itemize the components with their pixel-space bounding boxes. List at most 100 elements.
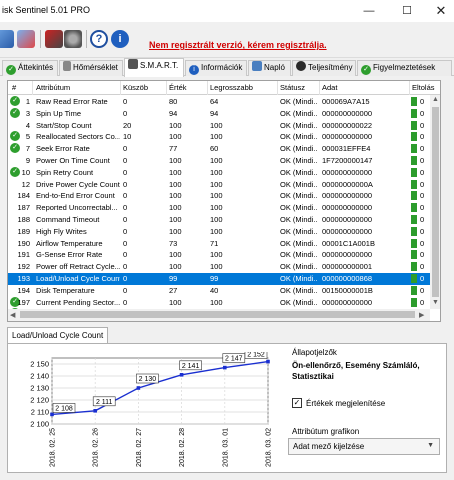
tab-label: Teljesítmény	[308, 63, 353, 72]
settings-icon[interactable]	[64, 30, 82, 48]
table-cell: 100	[169, 215, 182, 224]
minimize-button[interactable]: —	[352, 0, 386, 22]
column-header[interactable]: Küszöb	[123, 83, 148, 92]
table-cell: 94	[210, 108, 219, 118]
offset-bar	[411, 97, 417, 106]
scrollbar-thumb[interactable]	[20, 311, 415, 318]
table-cell: OK (Mindi...	[280, 297, 318, 307]
scroll-up-icon[interactable]: ▲	[432, 96, 439, 103]
unregistered-link[interactable]: Nem regisztrált verzió, kérem regisztrál…	[149, 40, 327, 50]
scroll-down-icon[interactable]: ▼	[432, 299, 439, 306]
column-header[interactable]: Attribútum	[36, 83, 70, 92]
column-divider[interactable]	[277, 81, 278, 95]
offset-bar	[411, 144, 417, 154]
table-cell: 000000000000	[322, 297, 373, 307]
scroll-left-icon[interactable]: ◀	[10, 311, 15, 319]
data-point	[50, 412, 54, 417]
column-divider[interactable]	[166, 81, 167, 95]
report-icon[interactable]	[45, 30, 63, 48]
table-row[interactable]: 187 Reported Uncorrectabl... 0 100 100 OK (Mi…	[8, 202, 430, 214]
table-row[interactable]: 189 High Fly Writes 0 100 100 OK (Mindi... 000…	[8, 226, 430, 238]
vertical-scrollbar[interactable]: ▲ ▼	[430, 95, 440, 309]
tab-information[interactable]: i Információk	[185, 60, 247, 76]
table-cell: 1	[25, 97, 30, 106]
y-tick-label: 2 140	[30, 372, 49, 381]
y-tick-label: 2 120	[30, 396, 49, 405]
table-cell: Seek Error Rate	[36, 144, 90, 154]
column-divider[interactable]	[409, 81, 410, 95]
scroll-right-icon[interactable]: ▶	[419, 311, 424, 319]
table-row[interactable]: 4 Start/Stop Count 20 100 100 OK (Mindi... 000…	[8, 120, 430, 132]
tab-overview[interactable]: ✓ Áttekintés	[2, 60, 58, 76]
table-cell: OK (Mindi...	[280, 108, 318, 118]
table-cell: 64	[210, 97, 219, 106]
table-row[interactable]: 188 Command Timeout 0 100 100 OK (Mindi... 000…	[8, 214, 430, 226]
offset-bar	[411, 203, 417, 213]
table-row[interactable]: 191 G-Sense Error Rate 0 100 100 OK (Mindi...…	[8, 249, 430, 261]
tab-load-unload-cycle-count[interactable]: Load/Unload Cycle Count	[7, 327, 109, 344]
table-row[interactable]: ✓ 3 Spin Up Time 0 94 94 OK (Mindi... 000000000…	[8, 107, 430, 120]
table-cell: 71	[210, 238, 219, 248]
table-cell: 100	[210, 262, 223, 272]
column-divider[interactable]	[32, 81, 33, 95]
check-icon: ✓	[10, 96, 20, 106]
help-icon[interactable]: ?	[90, 30, 108, 48]
table-row[interactable]: 184 End-to-End Error Count 0 100 100 OK (Mind…	[8, 190, 430, 202]
table-row[interactable]: 192 Power off Retract Cycle... 0 100 100 OK (…	[8, 261, 430, 273]
check-icon: ✓	[10, 143, 20, 154]
table-cell: Spin Up Time	[36, 108, 82, 118]
table-cell: 100	[169, 120, 182, 130]
table-row[interactable]: 190 Airflow Temperature 0 73 71 OK (Mindi... 0…	[8, 238, 430, 250]
data-label: 2 141	[182, 363, 200, 370]
table-row[interactable]: 194 Disk Temperature 0 27 40 OK (Mindi... 0015…	[8, 285, 430, 297]
table-cell: Drive Power Cycle Count	[36, 179, 120, 189]
tab-performance[interactable]: Teljesítmény	[292, 60, 356, 76]
close-button[interactable]: ✕	[424, 0, 454, 22]
table-row[interactable]: ✓ 5 Reallocated Sectors Co... 10 100 100 OK (M…	[8, 131, 430, 143]
tab-temperature[interactable]: Hőmérséklet	[59, 60, 123, 76]
show-values-checkbox[interactable]: ✓	[292, 398, 302, 408]
column-divider[interactable]	[319, 81, 320, 95]
show-values-label[interactable]: Értékek megjelenítése	[306, 399, 385, 408]
maximize-button[interactable]: ☐	[390, 0, 424, 22]
table-cell: Reported Uncorrectabl...	[36, 203, 118, 213]
y-tick-label: 2 130	[30, 384, 49, 393]
info-icon[interactable]: i	[111, 30, 129, 48]
tab-smart[interactable]: S.M.A.R.T.	[124, 58, 184, 77]
table-cell: 000000000022	[322, 120, 373, 130]
horizontal-scrollbar[interactable]: ◀ ▶	[8, 309, 430, 321]
attribute-graph-label: Attribútum grafikon	[292, 427, 360, 436]
table-row[interactable]: 12 Drive Power Cycle Count 0 100 100 OK (Mind…	[8, 179, 430, 191]
tab-log[interactable]: Napló	[248, 60, 291, 76]
check-icon: ✓	[6, 65, 16, 75]
attribute-chart: 2 1502 1402 1302 1202 1102 1002018. 02. …	[30, 352, 273, 467]
column-header[interactable]: Eltolás	[412, 83, 435, 92]
column-header[interactable]: Legrosszabb	[210, 83, 253, 92]
table-cell: 100	[169, 262, 182, 272]
table-cell: 189	[17, 226, 30, 236]
tab-alerts[interactable]: ✓ Figyelmeztetések	[357, 60, 452, 76]
table-row[interactable]: ✓ 197 Current Pending Sector... 0 100 100 OK (…	[8, 296, 430, 309]
table-cell: 80	[169, 97, 178, 106]
table-cell: 200	[210, 321, 223, 322]
table-row[interactable]: ✓ 7 Seek Error Rate 0 77 60 OK (Mindi... 000031…	[8, 143, 430, 155]
column-header[interactable]: Adat	[322, 83, 337, 92]
network-icon[interactable]	[17, 30, 35, 48]
column-divider[interactable]	[207, 81, 208, 95]
column-divider[interactable]	[120, 81, 121, 95]
graph-mode-select[interactable]: Adat mező kijelzése ▼	[288, 438, 440, 455]
data-label: 2 147	[225, 356, 243, 363]
refresh-icon[interactable]	[0, 30, 14, 48]
column-header[interactable]: Érték	[169, 83, 187, 92]
data-point	[223, 365, 227, 370]
table-row[interactable]: 9 Power On Time Count 0 100 100 OK (Mindi... 1…	[8, 155, 430, 167]
table-cell: 0	[420, 156, 425, 165]
table-row[interactable]: ✓ 1 Raw Read Error Rate 0 80 64 OK (Mindi... 00…	[8, 96, 430, 108]
table-cell: 100	[210, 179, 223, 189]
column-header[interactable]: Státusz	[280, 83, 305, 92]
table-cell: 00150000001B	[322, 285, 373, 295]
table-row[interactable]: ✓ 10 Spin Retry Count 0 100 100 OK (Mindi... 00…	[8, 166, 430, 179]
table-row[interactable]: 193 Load/Unload Cycle Count 0 99 99 OK (Mindi…	[8, 273, 430, 285]
column-header[interactable]: #	[12, 83, 16, 92]
scrollbar-thumb[interactable]	[432, 107, 439, 297]
